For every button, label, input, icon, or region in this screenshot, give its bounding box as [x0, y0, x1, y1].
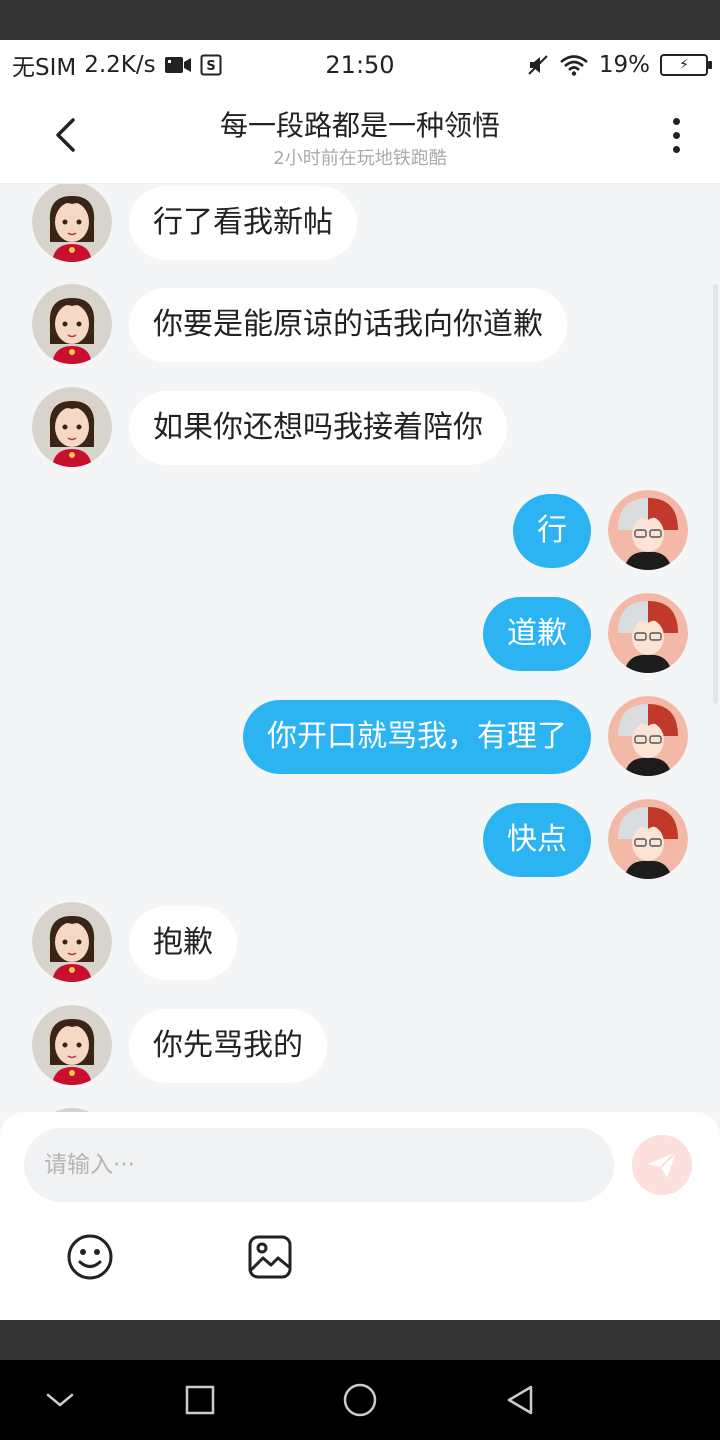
chat-title: 每一段路都是一种领悟	[219, 109, 500, 142]
message-row: 如果你还想吗我接着陪你	[0, 385, 720, 469]
more-vertical-icon	[672, 117, 680, 125]
collapse-nav-button[interactable]	[35, 1375, 85, 1425]
message-bubble[interactable]: 你开口就骂我，有理了	[243, 700, 591, 774]
mute-icon	[527, 54, 549, 76]
bottom-strip	[0, 1320, 720, 1360]
app-notification-icon: S	[200, 54, 222, 76]
message-bubble[interactable]: 行了看我新帖	[129, 186, 357, 260]
status-bar: 无SIM 2.2K/s S 21:50 19% ⚡	[0, 40, 720, 90]
recent-apps-button[interactable]	[175, 1375, 225, 1425]
avatar[interactable]	[32, 284, 112, 364]
message-row: 快点	[0, 797, 720, 881]
message-row: 抱歉	[0, 900, 720, 984]
message-row: 你要是能原谅的话我向你道歉	[0, 282, 720, 366]
message-bubble[interactable]: 快点	[483, 803, 591, 877]
carrier-label: 无SIM	[12, 55, 77, 81]
message-bubble[interactable]: 抱歉	[129, 906, 237, 980]
message-list[interactable]: 行了看我新帖 你要是能原谅的话我向你道歉 如果你还想吗我接着陪你 行 道歉 你开…	[0, 184, 720, 1112]
input-panel	[0, 1112, 720, 1320]
avatar[interactable]	[608, 490, 688, 570]
avatar[interactable]	[32, 902, 112, 982]
image-button[interactable]	[245, 1232, 295, 1282]
top-strip	[0, 0, 720, 40]
emoji-icon	[67, 1234, 113, 1280]
message-row: 道歉	[0, 591, 720, 675]
emoji-button[interactable]	[65, 1232, 115, 1282]
image-icon	[248, 1235, 292, 1279]
chat-subtitle: 2小时前在玩地铁跑酷	[273, 148, 447, 169]
more-button[interactable]	[656, 110, 696, 160]
system-back-button[interactable]	[495, 1375, 545, 1425]
wifi-icon	[559, 54, 589, 76]
svg-text:S: S	[206, 59, 215, 74]
message-bubble[interactable]: 道歉	[483, 597, 591, 671]
battery-charging-icon: ⚡	[660, 54, 712, 76]
video-icon	[164, 55, 192, 75]
message-bubble[interactable]: 如果你还想吗我接着陪你	[129, 391, 507, 465]
message-row: 行了看我新帖	[0, 184, 720, 264]
square-icon	[185, 1385, 215, 1415]
message-row: 行	[0, 488, 720, 572]
message-bubble[interactable]: 你要是能原谅的话我向你道歉	[129, 288, 567, 362]
send-button[interactable]	[632, 1135, 692, 1195]
battery-percent: 19%	[598, 52, 650, 78]
avatar[interactable]	[32, 387, 112, 467]
message-bubble[interactable]: 行	[513, 494, 591, 568]
avatar[interactable]	[608, 799, 688, 879]
triangle-back-icon	[507, 1385, 533, 1415]
home-button[interactable]	[335, 1375, 385, 1425]
network-speed: 2.2K/s	[84, 52, 156, 78]
message-input[interactable]	[24, 1128, 614, 1202]
avatar[interactable]	[32, 1005, 112, 1085]
chevron-down-icon	[46, 1393, 74, 1407]
message-bubble[interactable]: 你先骂我的	[129, 1009, 327, 1083]
chat-header: 每一段路都是一种领悟 2小时前在玩地铁跑酷	[0, 90, 720, 184]
send-icon	[648, 1151, 677, 1178]
avatar[interactable]	[608, 696, 688, 776]
message-row: 你开口就骂我，有理了	[0, 694, 720, 778]
system-navigation-bar	[0, 1360, 720, 1440]
avatar[interactable]	[32, 184, 112, 262]
circle-icon	[343, 1383, 377, 1417]
avatar[interactable]	[608, 593, 688, 673]
message-row: 你先骂我的	[0, 1003, 720, 1087]
